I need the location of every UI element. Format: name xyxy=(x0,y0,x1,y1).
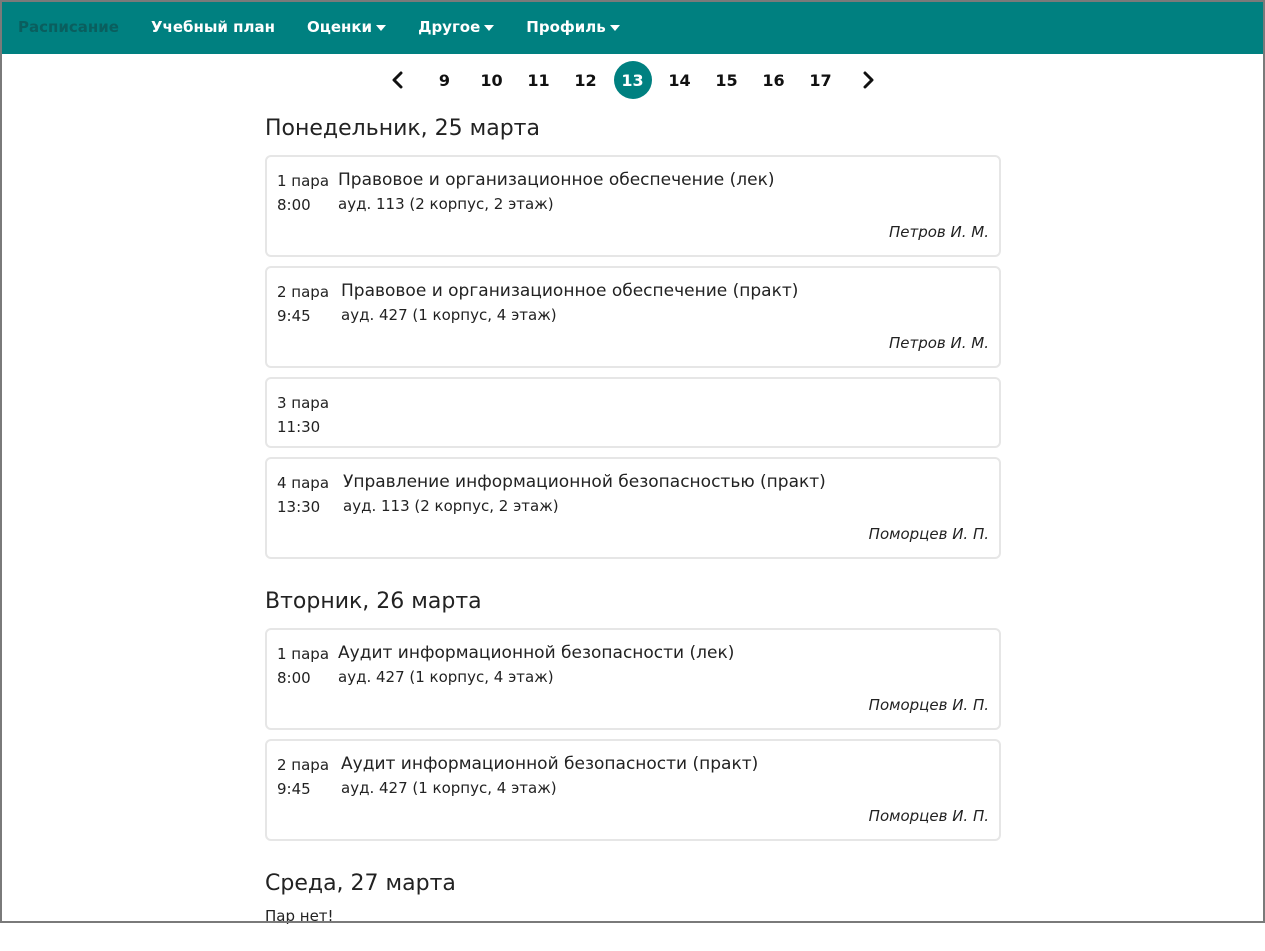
lesson-room: ауд. 427 (1 корпус, 4 этаж) xyxy=(338,668,554,686)
lesson-body: Аудит информационной безопасности (лек) … xyxy=(338,640,734,688)
nav-item-label: Оценки xyxy=(306,18,373,36)
lesson-number: 2 пара xyxy=(277,283,330,301)
nav-item-label: Учебный план xyxy=(150,18,275,36)
chevron-left-icon xyxy=(392,71,402,89)
lesson-teacher: Петров И. М. xyxy=(888,223,989,241)
lesson-body: Управление информационной безопасностью … xyxy=(343,469,826,517)
lesson-teacher: Поморцев И. П. xyxy=(868,696,989,714)
chevron-right-icon xyxy=(863,71,873,89)
nav-item-schedule[interactable]: Расписание xyxy=(18,18,119,36)
prev-week-button[interactable] xyxy=(379,61,417,99)
lesson-time: 9:45 xyxy=(277,307,311,325)
lesson-card: 1 пара 8:00 Правовое и организационное о… xyxy=(265,155,1001,257)
lesson-slot: 4 пара 13:30 xyxy=(277,471,337,519)
day-title: Вторник, 26 марта xyxy=(265,589,482,614)
lesson-number: 2 пара xyxy=(277,756,330,774)
lesson-time: 11:30 xyxy=(277,418,321,436)
lesson-body: Аудит информационной безопасности (практ… xyxy=(341,751,758,799)
nav-item-label: Профиль xyxy=(526,18,606,36)
nav-item-label: Расписание xyxy=(18,18,119,36)
caret-down-icon xyxy=(609,25,620,31)
lesson-slot: 2 пара 9:45 xyxy=(277,753,337,801)
lesson-time: 9:45 xyxy=(277,780,311,798)
lesson-subject: Аудит информационной безопасности (практ… xyxy=(341,754,759,774)
lesson-card: 4 пара 13:30 Управление информационной б… xyxy=(265,457,1001,559)
lesson-slot: 2 пара 9:45 xyxy=(277,280,337,328)
week-button[interactable]: 10 xyxy=(473,61,511,99)
lesson-teacher: Поморцев И. П. xyxy=(868,807,989,825)
lesson-room: ауд. 113 (2 корпус, 2 этаж) xyxy=(343,497,559,515)
nav-item-curriculum[interactable]: Учебный план xyxy=(151,18,275,36)
day-block-tuesday: Вторник, 26 марта 1 пара 8:00 Аудит инфо… xyxy=(265,585,1001,841)
week-button[interactable]: 17 xyxy=(802,61,840,99)
week-button[interactable]: 15 xyxy=(708,61,746,99)
lesson-time: 8:00 xyxy=(277,196,311,214)
lesson-number: 1 пара xyxy=(277,645,330,663)
lesson-teacher: Петров И. М. xyxy=(888,334,989,352)
lesson-room: ауд. 427 (1 корпус, 4 этаж) xyxy=(341,779,557,797)
lesson-body: Правовое и организационное обеспечение (… xyxy=(338,167,774,215)
lesson-slot: 1 пара 8:00 xyxy=(277,169,337,217)
nav-item-label: Другое xyxy=(418,18,481,36)
nav-item-grades[interactable]: Оценки xyxy=(306,18,387,36)
lesson-slot: 1 пара 8:00 xyxy=(277,642,337,690)
lesson-time: 8:00 xyxy=(277,669,311,687)
lesson-body: Правовое и организационное обеспечение (… xyxy=(341,278,798,326)
day-title: Понедельник, 25 марта xyxy=(265,116,540,141)
lesson-teacher: Поморцев И. П. xyxy=(868,525,989,543)
lesson-card: 2 пара 9:45 Правовое и организационное о… xyxy=(265,266,1001,368)
lesson-room: ауд. 113 (2 корпус, 2 этаж) xyxy=(338,195,554,213)
week-button[interactable]: 14 xyxy=(661,61,699,99)
schedule: Понедельник, 25 марта 1 пара 8:00 Правов… xyxy=(265,112,1001,951)
lesson-time: 13:30 xyxy=(277,498,321,516)
lesson-subject: Правовое и организационное обеспечение (… xyxy=(341,281,799,301)
lesson-card: 1 пара 8:00 Аудит информационной безопас… xyxy=(265,628,1001,730)
top-navbar: Расписание Учебный план Оценки Другое Пр… xyxy=(0,0,1265,54)
week-button[interactable]: 12 xyxy=(567,61,605,99)
week-button-current[interactable]: 13 xyxy=(613,61,652,99)
nav-item-profile[interactable]: Профиль xyxy=(526,18,620,36)
lesson-room: ауд. 427 (1 корпус, 4 этаж) xyxy=(341,306,557,324)
lesson-number: 3 пара xyxy=(277,394,330,412)
day-title: Среда, 27 марта xyxy=(265,871,456,896)
lesson-number: 4 пара xyxy=(277,474,330,492)
caret-down-icon xyxy=(376,25,387,31)
lesson-slot: 3 пара 11:30 xyxy=(277,391,337,439)
week-button[interactable]: 16 xyxy=(755,61,793,99)
day-block-monday: Понедельник, 25 марта 1 пара 8:00 Правов… xyxy=(265,112,1001,559)
nav-item-other[interactable]: Другое xyxy=(418,18,495,36)
week-button[interactable]: 9 xyxy=(426,61,464,99)
lesson-card-empty: 3 пара 11:30 xyxy=(265,377,1001,448)
next-week-button[interactable] xyxy=(849,61,887,99)
day-block-wednesday: Среда, 27 марта Пар нет! xyxy=(265,867,1001,925)
lesson-card: 2 пара 9:45 Аудит информационной безопас… xyxy=(265,739,1001,841)
lesson-subject: Управление информационной безопасностью … xyxy=(343,472,826,492)
lesson-number: 1 пара xyxy=(277,172,330,190)
no-lessons-text: Пар нет! xyxy=(265,907,334,925)
lesson-subject: Аудит информационной безопасности (лек) xyxy=(338,643,735,663)
caret-down-icon xyxy=(484,25,495,31)
week-button[interactable]: 11 xyxy=(520,61,558,99)
week-pager: 9 10 11 12 13 14 15 16 17 xyxy=(0,61,1265,99)
lesson-subject: Правовое и организационное обеспечение (… xyxy=(338,170,775,190)
